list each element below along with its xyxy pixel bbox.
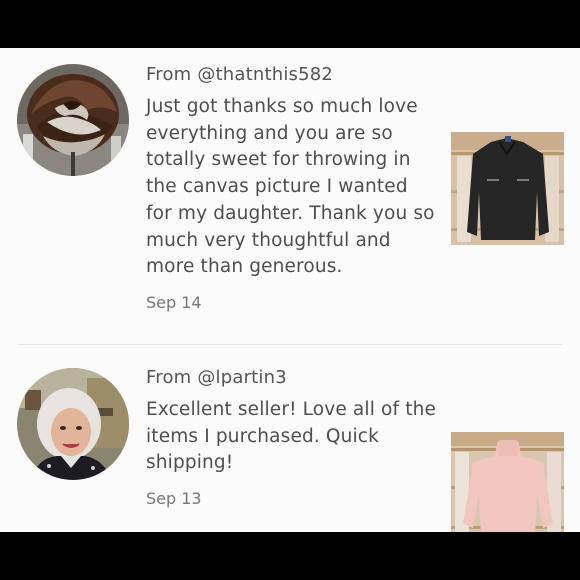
black-blouse-icon	[451, 132, 564, 245]
reviews-list: From @thatnthis582 Just got thanks so mu…	[0, 48, 580, 545]
woman-portrait-avatar-icon	[17, 368, 129, 480]
review-text-block: From @lpartin3 Excellent seller! Love al…	[146, 367, 436, 509]
review-text-block: From @thatnthis582 Just got thanks so mu…	[146, 64, 436, 313]
top-black-bar	[0, 0, 580, 48]
review-item: From @lpartin3 Excellent seller! Love al…	[0, 345, 580, 545]
reviewer-username[interactable]: From @thatnthis582	[146, 64, 436, 86]
review-date: Sep 13	[146, 489, 202, 509]
pink-turtleneck-icon	[451, 432, 564, 545]
reviewer-avatar[interactable]	[17, 368, 129, 480]
review-message: Excellent seller! Love all of the items …	[146, 399, 437, 474]
review-item: From @thatnthis582 Just got thanks so mu…	[0, 48, 580, 345]
reviewer-avatar[interactable]	[17, 64, 129, 176]
purchased-item-thumbnail[interactable]	[451, 432, 564, 545]
review-date: Sep 14	[146, 292, 202, 312]
rose-avatar-icon	[17, 64, 129, 176]
bottom-black-bar	[0, 532, 580, 580]
reviewer-username[interactable]: From @lpartin3	[146, 367, 436, 389]
review-message: Just got thanks so much love everything …	[146, 96, 435, 278]
purchased-item-thumbnail[interactable]	[451, 132, 564, 245]
